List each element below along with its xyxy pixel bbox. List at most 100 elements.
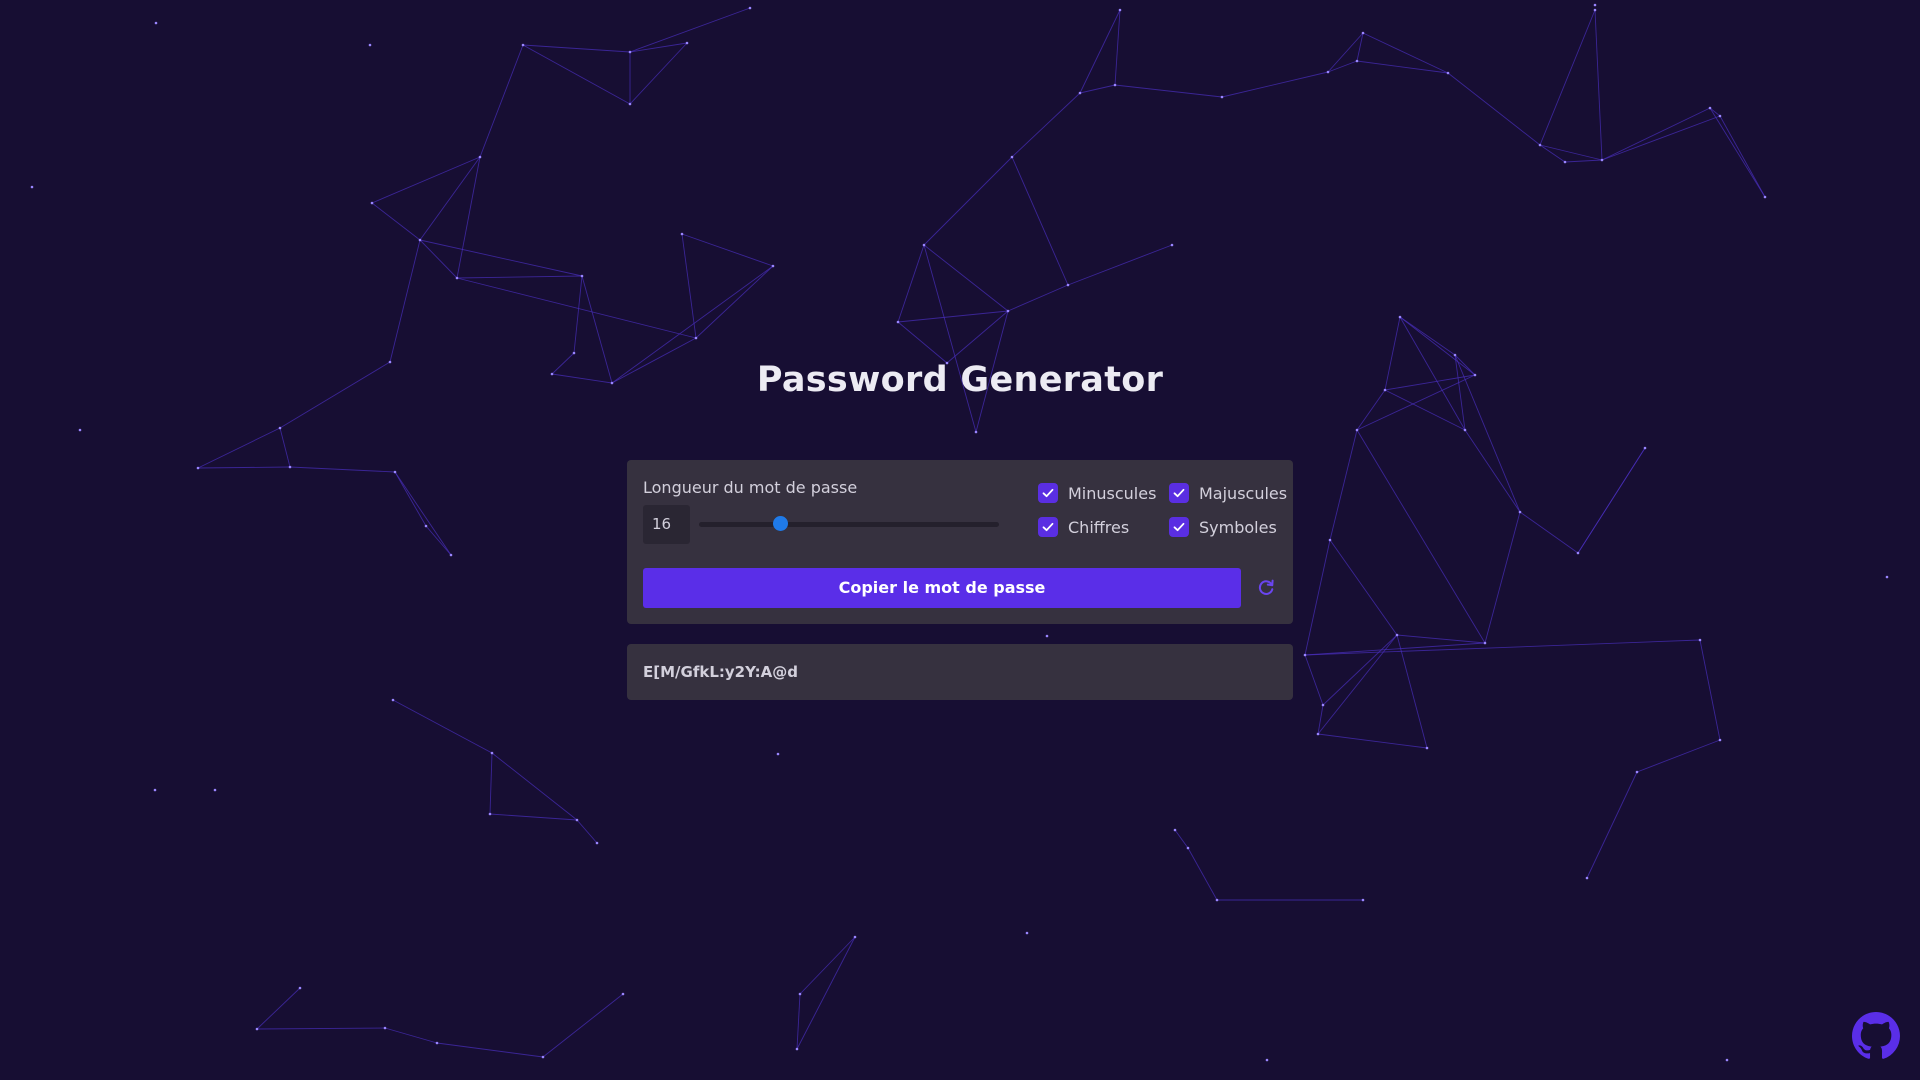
network-line [1221,71,1329,98]
network-line [1601,115,1721,161]
network-line [384,1027,438,1044]
network-line [1079,84,1116,94]
network-node [1118,8,1122,12]
network-node [78,428,82,432]
network-node [455,276,459,280]
length-slider[interactable] [699,522,999,527]
length-slider-thumb[interactable] [772,516,788,531]
network-node [1593,8,1597,12]
network-node [1635,770,1639,774]
network-node [1708,106,1712,110]
network-node [1328,538,1332,542]
network-line [796,936,856,1050]
network-line [1011,92,1081,158]
network-node [435,1041,439,1045]
lowercase-checkbox[interactable] [1038,483,1058,503]
option-symbols[interactable]: Symboles [1169,517,1277,537]
github-icon[interactable] [1852,1012,1900,1060]
network-node [575,818,579,822]
password-output[interactable]: E[M/GfkL:y2Y:A@d [627,644,1293,700]
network-node [478,155,482,159]
network-line [1304,639,1701,656]
network-line [681,233,697,339]
copy-password-button[interactable]: Copier le mot de passe [643,568,1241,608]
network-node [1186,846,1190,850]
network-line [1586,771,1638,879]
network-line [491,752,578,821]
network-node [521,43,525,47]
network-node [255,1027,259,1031]
network-line [1709,107,1721,117]
network-node [595,841,599,845]
network-node [1763,195,1767,199]
network-node [580,274,584,278]
network-node [1113,83,1117,87]
network-line [1539,9,1596,146]
network-node [370,201,374,205]
network-node [896,320,900,324]
check-icon [1042,488,1054,498]
network-line [1594,9,1603,161]
network-line [1396,634,1486,644]
network-node [1045,634,1049,638]
network-line [542,993,624,1058]
option-uppercase[interactable]: Majuscules [1169,483,1287,503]
network-line [1317,733,1428,749]
symbols-checkbox[interactable] [1169,517,1189,537]
network-line [799,936,856,995]
check-icon [1042,522,1054,532]
refresh-icon[interactable] [1256,578,1276,598]
network-node [1600,158,1604,162]
network-node [1563,160,1567,164]
network-node [1425,746,1429,750]
network-node [680,232,684,236]
network-node [776,752,780,756]
network-node [1326,70,1330,74]
network-line [1399,316,1456,356]
network-node [368,43,372,47]
network-line [629,7,751,53]
option-digits[interactable]: Chiffres [1038,517,1129,537]
network-node [383,1026,387,1030]
network-line [419,239,458,279]
uppercase-label: Majuscules [1199,483,1288,503]
network-node [1303,653,1307,657]
digits-checkbox[interactable] [1038,517,1058,537]
network-line [897,244,925,323]
network-node [1321,703,1325,707]
network-node [1538,143,1542,147]
network-node [424,524,428,528]
network-node [1265,1058,1269,1062]
network-node [922,243,926,247]
network-node [1355,428,1359,432]
network-node [1006,309,1010,313]
network-node [1725,1058,1729,1062]
network-line [897,310,1009,323]
length-input[interactable]: 16 [643,505,690,544]
network-node [213,788,217,792]
network-node [1643,446,1647,450]
network-line [1577,447,1646,554]
network-line [289,466,396,473]
network-line [197,427,281,469]
option-lowercase[interactable]: Minuscules [1038,483,1156,503]
network-line [1464,429,1521,513]
uppercase-checkbox[interactable] [1169,483,1189,503]
network-line [629,42,688,105]
network-node [393,470,397,474]
network-line [796,993,801,1050]
network-node [418,238,422,242]
network-node [1395,633,1399,637]
network-line [394,471,452,556]
network-node [1593,3,1597,7]
network-line [1114,9,1121,86]
network-line [629,42,688,53]
network-node [1718,738,1722,742]
network-line [1519,511,1579,554]
network-line [1564,159,1603,163]
network-node [490,751,494,755]
network-line [279,427,291,468]
network-node [628,50,632,54]
network-line [522,44,631,105]
network-line [1396,634,1428,749]
